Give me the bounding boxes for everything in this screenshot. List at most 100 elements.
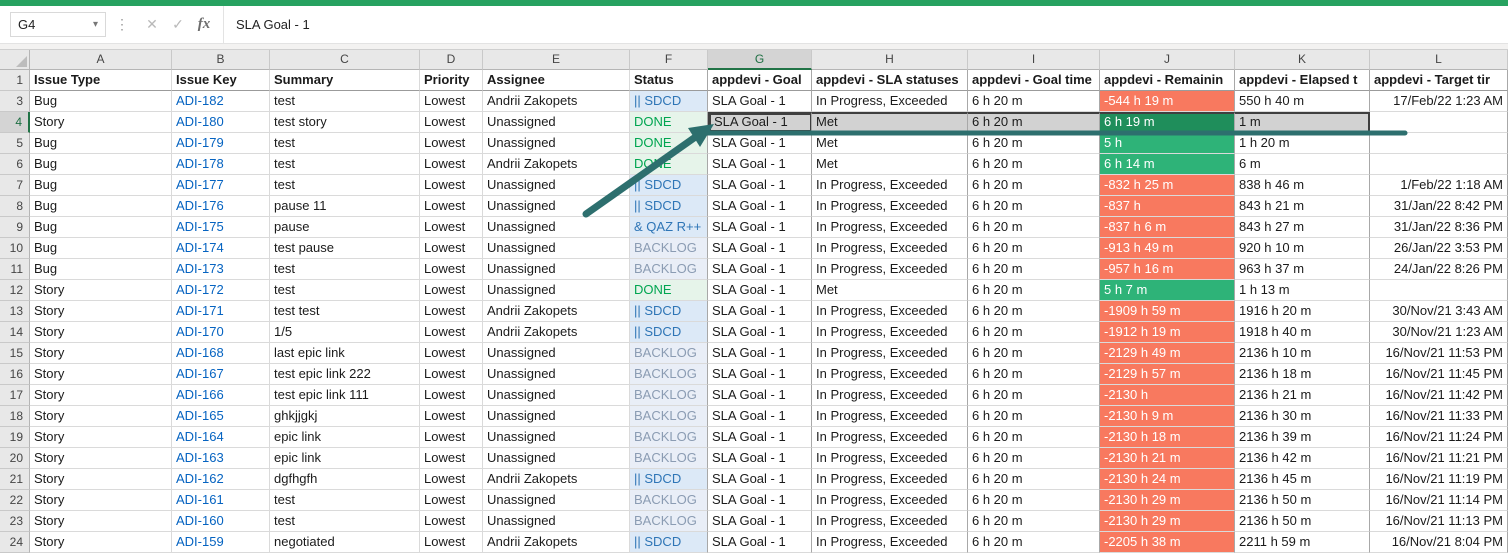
cell-F4[interactable]: DONE: [630, 112, 708, 133]
cell-F19[interactable]: BACKLOG: [630, 427, 708, 448]
cell-H16[interactable]: In Progress, Exceeded: [812, 364, 968, 385]
cell-G5[interactable]: SLA Goal - 1: [708, 133, 812, 154]
cell-K11[interactable]: 963 h 37 m: [1235, 259, 1370, 280]
cell-I1[interactable]: appdevi - Goal time: [968, 70, 1100, 91]
cell-B5[interactable]: ADI-179: [172, 133, 270, 154]
row-header-15[interactable]: 15: [0, 343, 30, 364]
cell-E4[interactable]: Unassigned: [483, 112, 630, 133]
column-header-I[interactable]: I: [968, 50, 1100, 70]
cell-K16[interactable]: 2136 h 18 m: [1235, 364, 1370, 385]
cell-J18[interactable]: -2130 h 9 m: [1100, 406, 1235, 427]
cell-H14[interactable]: In Progress, Exceeded: [812, 322, 968, 343]
cell-L23[interactable]: 16/Nov/21 11:13 PM: [1370, 511, 1508, 532]
cell-H18[interactable]: In Progress, Exceeded: [812, 406, 968, 427]
cell-H22[interactable]: In Progress, Exceeded: [812, 490, 968, 511]
column-header-F[interactable]: F: [630, 50, 708, 70]
cell-K7[interactable]: 838 h 46 m: [1235, 175, 1370, 196]
cell-E10[interactable]: Unassigned: [483, 238, 630, 259]
cell-E17[interactable]: Unassigned: [483, 385, 630, 406]
row-header-8[interactable]: 8: [0, 196, 30, 217]
cell-A4[interactable]: Story: [30, 112, 172, 133]
row-header-17[interactable]: 17: [0, 385, 30, 406]
cell-J6[interactable]: 6 h 14 m: [1100, 154, 1235, 175]
cell-C15[interactable]: last epic link: [270, 343, 420, 364]
cell-G9[interactable]: SLA Goal - 1: [708, 217, 812, 238]
cell-I10[interactable]: 6 h 20 m: [968, 238, 1100, 259]
cell-B9[interactable]: ADI-175: [172, 217, 270, 238]
cell-J15[interactable]: -2129 h 49 m: [1100, 343, 1235, 364]
cell-K21[interactable]: 2136 h 45 m: [1235, 469, 1370, 490]
cell-H11[interactable]: In Progress, Exceeded: [812, 259, 968, 280]
cell-C16[interactable]: test epic link 222: [270, 364, 420, 385]
row-header-24[interactable]: 24: [0, 532, 30, 553]
row-header-12[interactable]: 12: [0, 280, 30, 301]
cell-K23[interactable]: 2136 h 50 m: [1235, 511, 1370, 532]
column-header-L[interactable]: L: [1370, 50, 1508, 70]
cell-F7[interactable]: || SDCD: [630, 175, 708, 196]
cell-D19[interactable]: Lowest: [420, 427, 483, 448]
row-header-21[interactable]: 21: [0, 469, 30, 490]
cell-I17[interactable]: 6 h 20 m: [968, 385, 1100, 406]
cell-A19[interactable]: Story: [30, 427, 172, 448]
cell-I24[interactable]: 6 h 20 m: [968, 532, 1100, 553]
column-header-E[interactable]: E: [483, 50, 630, 70]
cell-I8[interactable]: 6 h 20 m: [968, 196, 1100, 217]
cell-H13[interactable]: In Progress, Exceeded: [812, 301, 968, 322]
cell-H3[interactable]: In Progress, Exceeded: [812, 91, 968, 112]
cell-J1[interactable]: appdevi - Remainin: [1100, 70, 1235, 91]
cell-D14[interactable]: Lowest: [420, 322, 483, 343]
cell-C6[interactable]: test: [270, 154, 420, 175]
cell-G24[interactable]: SLA Goal - 1: [708, 532, 812, 553]
cell-C14[interactable]: 1/5: [270, 322, 420, 343]
cell-J4[interactable]: 6 h 19 m: [1100, 112, 1235, 133]
cell-D3[interactable]: Lowest: [420, 91, 483, 112]
cell-J11[interactable]: -957 h 16 m: [1100, 259, 1235, 280]
cell-D7[interactable]: Lowest: [420, 175, 483, 196]
cell-G6[interactable]: SLA Goal - 1: [708, 154, 812, 175]
cell-C24[interactable]: negotiated: [270, 532, 420, 553]
cell-K1[interactable]: appdevi - Elapsed t: [1235, 70, 1370, 91]
name-box-dropdown-icon[interactable]: ▾: [93, 19, 98, 30]
cell-H20[interactable]: In Progress, Exceeded: [812, 448, 968, 469]
cell-B22[interactable]: ADI-161: [172, 490, 270, 511]
cell-C17[interactable]: test epic link 111: [270, 385, 420, 406]
cell-H19[interactable]: In Progress, Exceeded: [812, 427, 968, 448]
cell-C20[interactable]: epic link: [270, 448, 420, 469]
row-header-22[interactable]: 22: [0, 490, 30, 511]
cell-D8[interactable]: Lowest: [420, 196, 483, 217]
cell-A8[interactable]: Bug: [30, 196, 172, 217]
cell-L10[interactable]: 26/Jan/22 3:53 PM: [1370, 238, 1508, 259]
cell-G15[interactable]: SLA Goal - 1: [708, 343, 812, 364]
cancel-icon[interactable]: ✕: [139, 12, 165, 38]
cell-K17[interactable]: 2136 h 21 m: [1235, 385, 1370, 406]
cell-A16[interactable]: Story: [30, 364, 172, 385]
cell-L7[interactable]: 1/Feb/22 1:18 AM: [1370, 175, 1508, 196]
enter-icon[interactable]: ✓: [165, 12, 191, 38]
cell-C3[interactable]: test: [270, 91, 420, 112]
cell-C9[interactable]: pause: [270, 217, 420, 238]
cell-F24[interactable]: || SDCD: [630, 532, 708, 553]
cell-I22[interactable]: 6 h 20 m: [968, 490, 1100, 511]
cell-J5[interactable]: 5 h: [1100, 133, 1235, 154]
cell-F12[interactable]: DONE: [630, 280, 708, 301]
row-header-3[interactable]: 3: [0, 91, 30, 112]
cell-C4[interactable]: test story: [270, 112, 420, 133]
cell-E11[interactable]: Unassigned: [483, 259, 630, 280]
cell-B10[interactable]: ADI-174: [172, 238, 270, 259]
cell-J20[interactable]: -2130 h 21 m: [1100, 448, 1235, 469]
cell-B17[interactable]: ADI-166: [172, 385, 270, 406]
cell-L1[interactable]: appdevi - Target tir: [1370, 70, 1508, 91]
cell-G14[interactable]: SLA Goal - 1: [708, 322, 812, 343]
cell-A7[interactable]: Bug: [30, 175, 172, 196]
column-header-K[interactable]: K: [1235, 50, 1370, 70]
cell-C23[interactable]: test: [270, 511, 420, 532]
cell-A23[interactable]: Story: [30, 511, 172, 532]
cell-K10[interactable]: 920 h 10 m: [1235, 238, 1370, 259]
cell-F5[interactable]: DONE: [630, 133, 708, 154]
cell-E12[interactable]: Unassigned: [483, 280, 630, 301]
cell-J17[interactable]: -2130 h: [1100, 385, 1235, 406]
cell-A14[interactable]: Story: [30, 322, 172, 343]
cell-L15[interactable]: 16/Nov/21 11:53 PM: [1370, 343, 1508, 364]
cell-E14[interactable]: Andrii Zakopets: [483, 322, 630, 343]
cell-I5[interactable]: 6 h 20 m: [968, 133, 1100, 154]
